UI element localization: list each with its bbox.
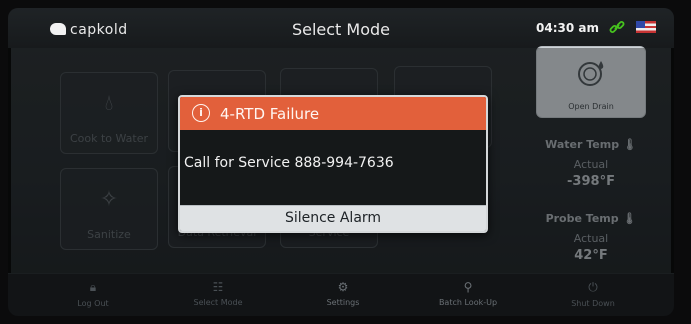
nav-label: Batch Look-Up (438, 298, 498, 307)
alarm-header: i 4-RTD Failure (180, 97, 486, 130)
gear-icon: ⚙ (337, 280, 349, 294)
nav-select-mode[interactable]: ☷ Select Mode (173, 280, 263, 307)
nav-log-out[interactable]: 🔒︎ Log Out (48, 280, 138, 308)
nav-settings[interactable]: ⚙ Settings (298, 280, 388, 307)
nav-label: Select Mode (193, 298, 243, 307)
nav-label: Log Out (77, 299, 109, 308)
us-flag-icon[interactable] (636, 21, 656, 33)
clock: 04:30 am (536, 21, 599, 35)
search-icon: ⚲ (463, 280, 473, 294)
device-screen: capkold Select Mode 04:30 am 💧︎ Cook to … (8, 8, 674, 316)
link-icon[interactable] (608, 18, 626, 36)
alarm-title: 4-RTD Failure (220, 105, 320, 123)
grid-icon: ☷ (212, 280, 224, 294)
info-warning-icon: i (192, 104, 210, 122)
silence-alarm-button[interactable]: Silence Alarm (180, 205, 486, 231)
bottom-nav-bar: 🔒︎ Log Out ☷ Select Mode ⚙ Settings ⚲ Ba… (8, 273, 674, 316)
nav-batch-look-up[interactable]: ⚲ Batch Look-Up (423, 280, 513, 307)
nav-label: Settings (326, 298, 360, 307)
nav-shut-down[interactable]: ⏻ Shut Down (548, 280, 638, 308)
nav-label: Shut Down (571, 299, 615, 308)
alarm-dialog: i 4-RTD Failure Call for Service 888-994… (178, 95, 488, 233)
top-bar: capkold Select Mode 04:30 am (8, 8, 674, 48)
lock-icon: 🔒︎ (89, 280, 97, 294)
power-icon: ⏻ (588, 280, 598, 294)
alarm-message: Call for Service 888-994-7636 (184, 155, 394, 171)
